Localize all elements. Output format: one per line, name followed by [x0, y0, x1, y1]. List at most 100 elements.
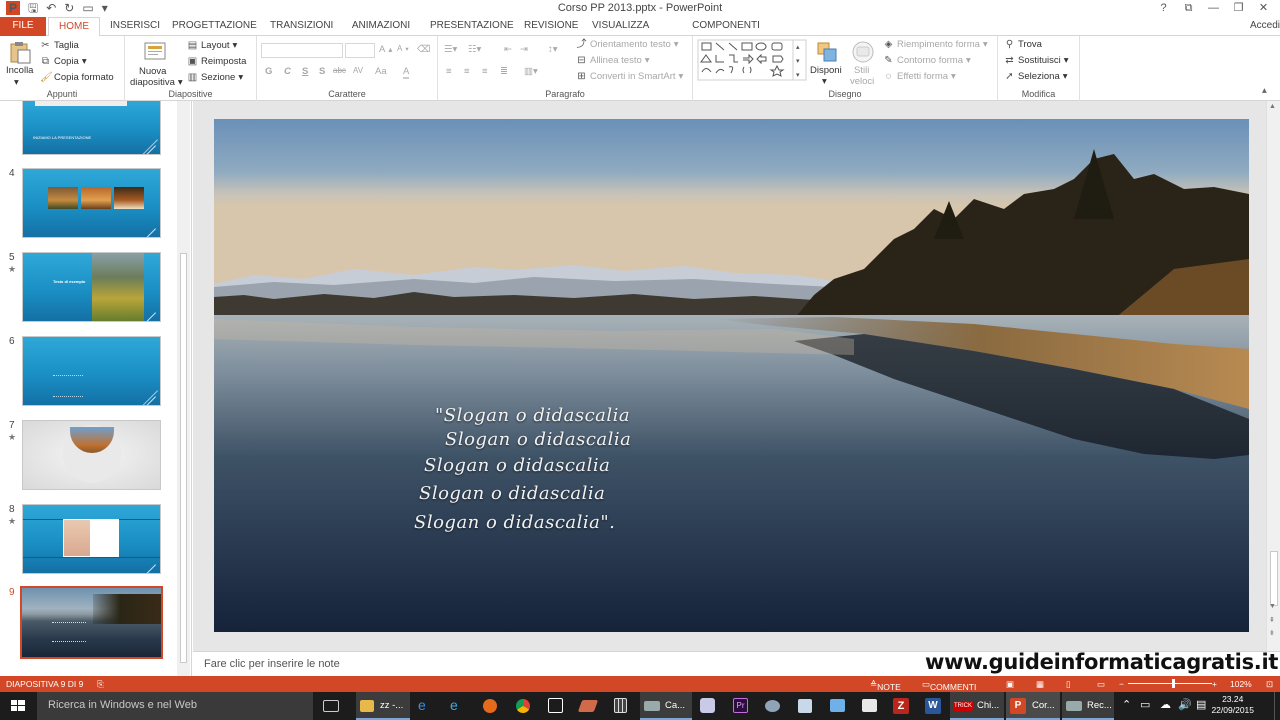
font-size-input[interactable] [345, 43, 375, 58]
new-slide-button[interactable]: diapositiva ▾ [130, 77, 183, 88]
restore-button[interactable]: ❐ [1226, 0, 1251, 17]
shape-effects-button[interactable]: ◌ Effetti forma ▾ [883, 71, 956, 82]
quick-styles-label-1[interactable]: Stili [854, 65, 869, 76]
fit-to-window-icon[interactable]: ⊡ [1266, 679, 1273, 690]
clear-formatting-icon[interactable]: ⌫ [417, 44, 430, 55]
tab-visualizza[interactable]: VISUALIZZA [592, 17, 649, 36]
thumbnail-slide-5[interactable]: Testo di esempio [22, 252, 161, 322]
slide-sorter-icon[interactable]: ▦ [1036, 679, 1044, 690]
system-clock[interactable]: 23.24 22/09/2015 [1211, 694, 1254, 716]
tab-componenti-aggiuntivi[interactable]: COMPONENTI AGGIUNTIVI [664, 17, 788, 49]
tab-animazioni[interactable]: ANIMAZIONI [350, 17, 412, 36]
tab-inserisci[interactable]: INSERISCI [110, 17, 160, 36]
slide-text-line[interactable]: Slogan o didascalia [424, 455, 610, 476]
internet-explorer-icon[interactable]: e [450, 697, 458, 713]
scroll-down-icon[interactable]: ▼ [1269, 603, 1276, 610]
section-button[interactable]: ▥ Sezione ▾ [187, 72, 243, 83]
scrollbar-handle[interactable] [180, 253, 187, 663]
slide-text-line[interactable]: "Slogan o didascalia [435, 405, 630, 426]
quick-styles-label-2[interactable]: veloci [850, 76, 874, 87]
app-icon[interactable] [765, 700, 780, 712]
network-icon[interactable]: ▭ [1140, 698, 1150, 711]
notes-button[interactable]: ≙ NOTE [870, 679, 901, 692]
thumbnail-slide-3[interactable]: INIZIAMO LA PRESENTAZIONE [22, 101, 161, 155]
shape-outline-button[interactable]: ✎ Contorno forma ▾ [883, 55, 971, 66]
strikethrough-button[interactable]: abc [333, 66, 346, 75]
replace-button[interactable]: ⇄ Sostituisci ▾ [1004, 55, 1068, 66]
windows-start-icon[interactable] [0, 692, 36, 720]
numbering-icon[interactable]: ☷▾ [468, 44, 481, 55]
notification-icon[interactable]: ▤ [1196, 698, 1206, 711]
normal-view-icon[interactable]: ▣ [1006, 679, 1014, 690]
reading-view-icon[interactable]: ▯ [1066, 679, 1071, 690]
zoom-slider-handle[interactable] [1171, 679, 1175, 688]
shrink-font-button[interactable]: A ▾ [397, 44, 409, 53]
tab-home[interactable]: HOME [48, 17, 100, 37]
paste-icon[interactable] [8, 40, 32, 64]
thumbnail-slide-6[interactable] [22, 336, 161, 406]
align-left-icon[interactable]: ≡ [446, 66, 452, 77]
thumbnail-slide-4[interactable] [22, 168, 161, 238]
app-icon[interactable] [798, 699, 812, 713]
select-button[interactable]: ➚ Seleziona ▾ [1004, 71, 1067, 82]
smartart-button[interactable]: ⊞ Converti in SmartArt ▾ [576, 71, 683, 82]
word-icon[interactable]: W [925, 698, 941, 714]
paste-dropdown-icon[interactable]: ▾ [14, 77, 19, 88]
close-button[interactable]: ✕ [1251, 0, 1276, 17]
volume-icon[interactable]: 🔊 [1178, 698, 1192, 711]
tab-progettazione[interactable]: PROGETTAZIONE [172, 17, 257, 36]
zoom-in-icon[interactable]: + [1212, 679, 1217, 689]
justify-icon[interactable]: ≣ [500, 66, 508, 77]
align-text-button[interactable]: ⊟ Allinea testo ▾ [576, 55, 649, 66]
tab-revisione[interactable]: REVISIONE [524, 17, 578, 36]
app-icon[interactable] [862, 699, 877, 712]
tab-file[interactable]: FILE [0, 17, 46, 36]
thumbnail-scrollbar[interactable] [177, 101, 190, 676]
quick-styles-icon[interactable] [851, 40, 875, 64]
font-color-button[interactable]: A [403, 66, 410, 79]
task-view-icon[interactable] [323, 700, 339, 712]
align-right-icon[interactable]: ≡ [482, 66, 488, 77]
thumbnail-slide-9[interactable] [20, 586, 163, 659]
media-icon[interactable] [700, 698, 715, 713]
shadow-button[interactable]: S [319, 66, 325, 77]
arrange-icon[interactable] [815, 40, 839, 64]
taskbar-search-box[interactable]: Ricerca in Windows e nel Web [37, 692, 313, 720]
ribbon-display-options-icon[interactable]: ⧉ [1176, 0, 1201, 17]
filezilla-icon[interactable]: Z [893, 698, 909, 714]
format-painter-button[interactable]: 🖌 Copia formato [40, 72, 114, 83]
zoom-out-icon[interactable]: − [1119, 679, 1124, 689]
tab-presentazione[interactable]: PRESENTAZIONE [430, 17, 514, 36]
text-direction-button[interactable]: ⤴ Orientamento testo ▾ [576, 39, 679, 50]
chevron-down-icon[interactable]: ▾ [822, 76, 827, 87]
bullets-icon[interactable]: ☰▾ [444, 44, 457, 55]
copy-button[interactable]: ⧉ Copia ▾ [40, 56, 87, 67]
slideshow-icon[interactable]: ▭ [1097, 679, 1105, 690]
help-icon[interactable]: ? [1151, 0, 1176, 17]
character-spacing-button[interactable]: AV [353, 66, 363, 75]
show-hidden-icons-icon[interactable]: ⌃ [1122, 698, 1131, 711]
italic-button[interactable]: C [284, 66, 291, 77]
grow-font-button[interactable]: A ▴ [379, 44, 392, 55]
show-desktop-button[interactable] [1274, 692, 1280, 720]
find-button[interactable]: ⚲ Trova [1004, 39, 1042, 50]
reset-button[interactable]: ▣ Reimposta [187, 56, 247, 67]
arrange-button[interactable]: Disponi [810, 65, 842, 76]
onedrive-icon[interactable]: ☁ [1160, 698, 1171, 711]
shape-fill-button[interactable]: ◈ Riempimento forma ▾ [883, 39, 988, 50]
spell-check-icon[interactable]: ⎘ [97, 679, 104, 690]
paste-button[interactable]: Incolla [6, 65, 33, 76]
tab-transizioni[interactable]: TRANSIZIONI [270, 17, 333, 36]
comments-button[interactable]: ▭ COMMENTI [922, 679, 976, 692]
increase-indent-icon[interactable]: ⇥ [520, 44, 528, 55]
slide-text-line[interactable]: Slogan o didascalia". [414, 512, 615, 533]
scrollbar-handle[interactable] [1270, 551, 1278, 606]
bold-button[interactable]: G [265, 66, 272, 77]
scroll-up-icon[interactable]: ▲ [1269, 103, 1276, 110]
app-icon[interactable] [830, 699, 845, 712]
layout-button[interactable]: ▤ Layout ▾ [187, 40, 238, 51]
next-slide-icon[interactable]: ⇟ [1269, 629, 1275, 637]
sign-in-link[interactable]: Accedi [1250, 17, 1280, 36]
align-center-icon[interactable]: ≡ [464, 66, 470, 77]
collapse-ribbon-icon[interactable]: ▴ [1262, 85, 1267, 96]
